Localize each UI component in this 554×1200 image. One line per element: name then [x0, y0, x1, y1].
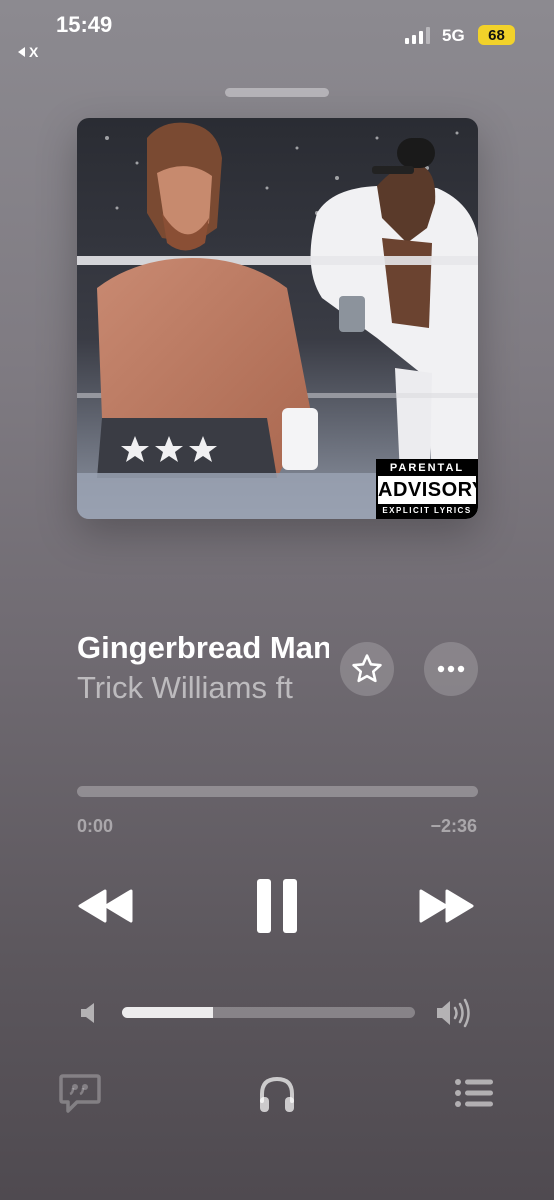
volume-slider[interactable]	[122, 1007, 415, 1018]
back-app-label: X	[29, 44, 39, 60]
status-time: 15:49	[56, 12, 113, 37]
headphones-icon	[260, 1076, 294, 1112]
favorite-button[interactable]	[340, 642, 394, 696]
rewind-button[interactable]	[76, 887, 134, 930]
playback-scrubber[interactable]	[77, 786, 478, 797]
network-type: 5G	[442, 26, 465, 45]
cellular-signal-icon	[405, 26, 430, 44]
ellipsis-icon	[437, 665, 465, 673]
volume-level-fill	[122, 1007, 213, 1018]
more-options-button[interactable]	[424, 642, 478, 696]
queue-list-icon	[455, 1079, 493, 1107]
remaining-time: −2:36	[430, 816, 477, 836]
rewind-icon	[78, 889, 133, 923]
lyrics-button[interactable]	[59, 1074, 101, 1119]
advisory-top-text: PARENTAL	[378, 461, 476, 476]
parental-advisory-badge: PARENTAL ADVISORY EXPLICIT LYRICS	[376, 459, 478, 519]
back-arrow-icon	[18, 47, 25, 57]
fast-forward-icon	[419, 889, 474, 923]
volume-high-button[interactable]	[436, 998, 474, 1033]
elapsed-time: 0:00	[77, 816, 114, 836]
audio-output-button[interactable]	[257, 1074, 297, 1119]
track-title[interactable]: Gingerbread Man	[77, 628, 329, 668]
volume-low-button[interactable]	[80, 1002, 98, 1029]
speaker-low-icon	[81, 1003, 94, 1023]
star-icon	[352, 654, 382, 683]
pause-icon	[257, 879, 297, 933]
lyrics-icon	[59, 1074, 101, 1113]
album-artwork[interactable]: PARENTAL ADVISORY EXPLICIT LYRICS	[77, 118, 478, 519]
back-to-app-button[interactable]: X	[18, 44, 38, 60]
advisory-bottom-text: EXPLICIT LYRICS	[378, 504, 476, 517]
sheet-grabber[interactable]	[225, 88, 329, 97]
fast-forward-button[interactable]	[418, 887, 476, 930]
pause-button[interactable]	[255, 878, 299, 939]
battery-level: 68	[488, 26, 505, 44]
battery-icon: 68	[478, 25, 515, 45]
advisory-mid-text: ADVISORY	[378, 479, 478, 501]
track-info[interactable]: Gingerbread Man Trick Williams ft	[77, 628, 329, 708]
track-artist[interactable]: Trick Williams ft	[77, 668, 329, 708]
speaker-high-icon	[437, 998, 470, 1028]
queue-button[interactable]	[454, 1077, 494, 1114]
